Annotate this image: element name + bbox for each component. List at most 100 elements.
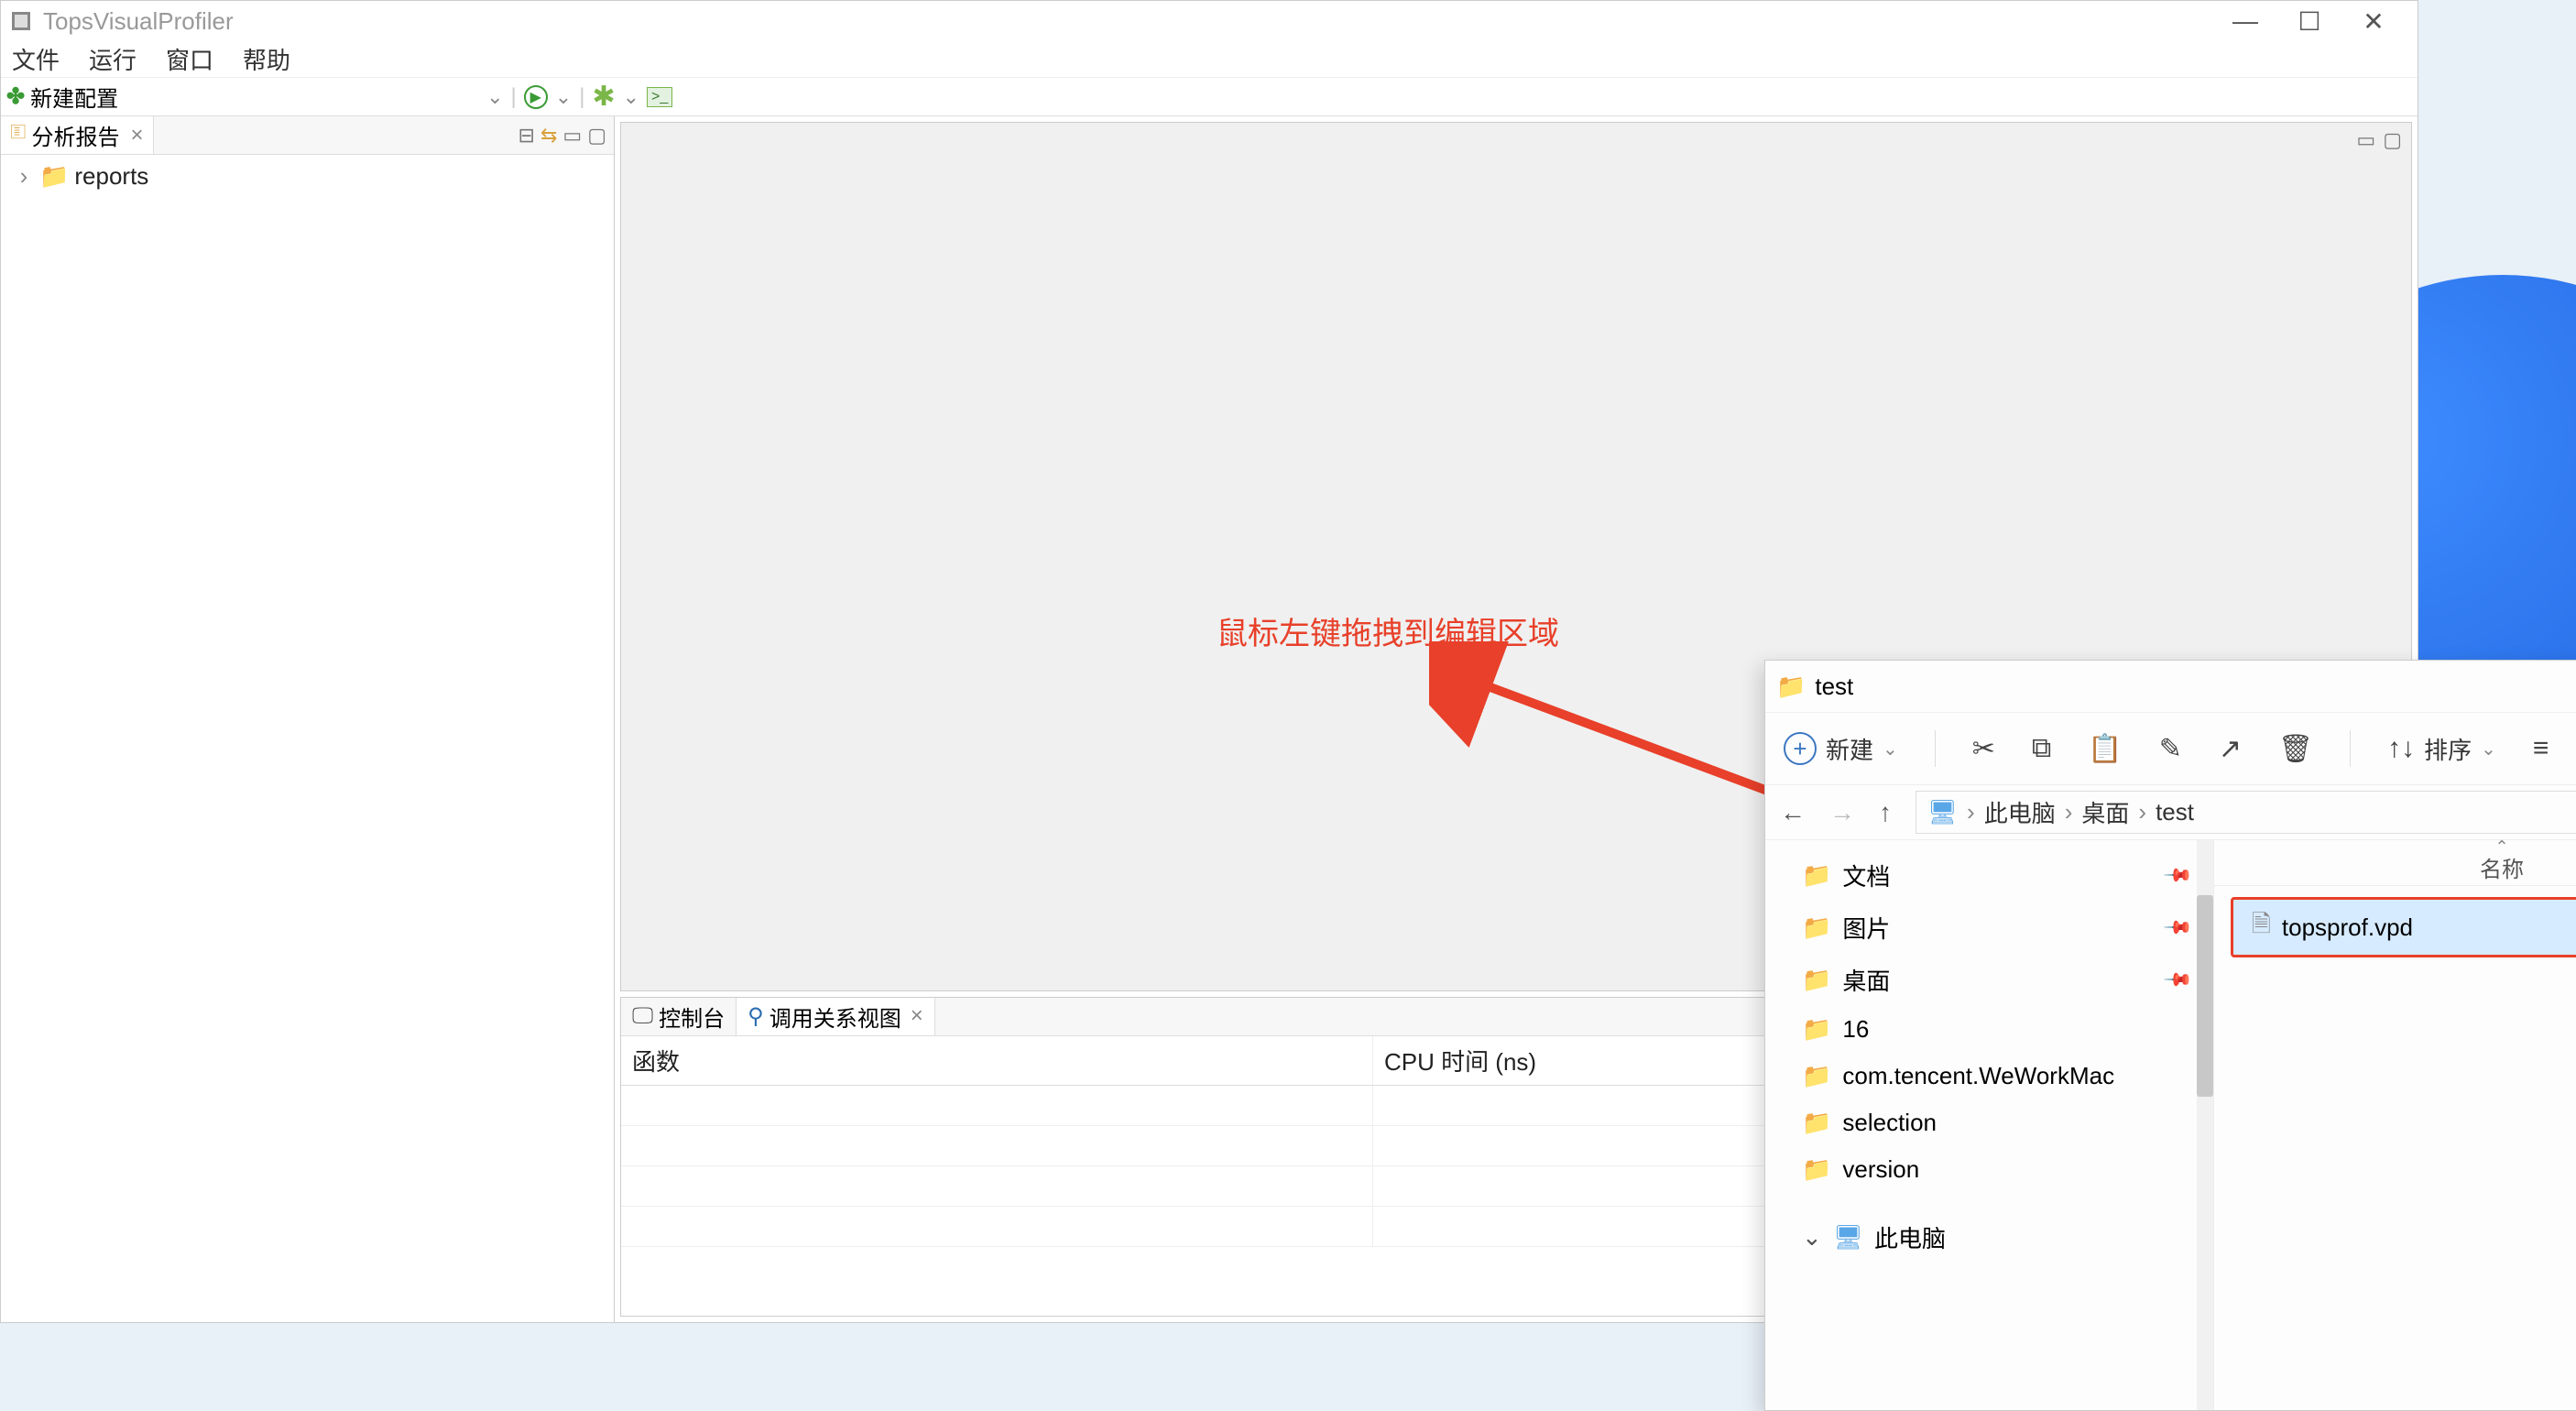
nav-item-version[interactable]: 📁version	[1765, 1146, 2213, 1193]
menu-help[interactable]: 帮助	[237, 40, 296, 78]
editor-min-icon[interactable]: ▭	[2356, 128, 2375, 152]
plus-icon: +	[1784, 732, 1817, 765]
folder-icon: 📁	[1802, 1015, 1831, 1044]
menubar: 文件 运行 窗口 帮助	[1, 41, 2418, 78]
bug-chevron-icon[interactable]: ⌄	[623, 85, 639, 109]
col-function[interactable]: 函数	[621, 1036, 1372, 1086]
explorer-window: 📁 test + 新建 ⌄ ✂ ⧉ 📋 ✎ ↗ 🗑 ↑↓ 排序 ⌄ ≡ ← → …	[1764, 660, 2576, 1411]
new-config-label: 新建配置	[30, 81, 118, 113]
pin-icon[interactable]: 📌	[2162, 859, 2194, 891]
scrollbar[interactable]	[2197, 840, 2213, 1410]
menu-file[interactable]: 文件	[6, 40, 65, 78]
breadcrumb[interactable]: 🖥 › 此电脑 › 桌面 › test	[1916, 791, 2576, 834]
scrollbar-thumb[interactable]	[2197, 895, 2213, 1097]
file-icon: 🗎	[2252, 907, 2271, 947]
pin-icon[interactable]: 📌	[2162, 964, 2194, 996]
close-button[interactable]: ✕	[2355, 6, 2392, 37]
annotation-text: 鼠标左键拖拽到编辑区域	[1217, 608, 1559, 653]
run-chevron-icon[interactable]: ⌄	[555, 85, 572, 109]
new-button[interactable]: + 新建 ⌄	[1784, 732, 1898, 766]
minimize-view-icon[interactable]: ▭	[562, 124, 582, 148]
nav-item-this-pc[interactable]: ⌄🖥此电脑	[1765, 1211, 2213, 1263]
file-name: topsprof.vpd	[2282, 913, 2413, 942]
share-icon[interactable]: ↗	[2219, 733, 2242, 765]
up-icon[interactable]: ↑	[1879, 798, 1892, 827]
nav-item-wework[interactable]: 📁com.tencent.WeWorkMac	[1765, 1053, 2213, 1099]
delete-icon[interactable]: 🗑	[2278, 733, 2313, 765]
nav-item-16[interactable]: 📁16	[1765, 1006, 2213, 1053]
tree-twisty-icon[interactable]: ⌄	[1802, 1223, 1822, 1252]
tab-callgraph[interactable]: ⚲ 调用关系视图 ×	[737, 998, 935, 1035]
maximize-button[interactable]: ☐	[2291, 6, 2328, 37]
rename-icon[interactable]: ✎	[2159, 733, 2182, 765]
terminal-icon[interactable]: >_	[647, 87, 672, 107]
folder-icon: 📁	[1802, 1109, 1831, 1137]
close-icon[interactable]: ×	[131, 123, 144, 148]
pc-icon: 🖥	[1833, 1223, 1863, 1252]
sort-label: 排序	[2424, 732, 2472, 766]
console-icon: 🖵	[632, 1003, 653, 1029]
collapse-icon[interactable]: ⊟	[518, 124, 535, 148]
forward-icon[interactable]: →	[1829, 798, 1855, 827]
sort-icon: ↑↓	[2387, 733, 2415, 764]
new-config-dropdown[interactable]: ✤ 新建配置	[6, 81, 124, 113]
link-icon[interactable]: ⇆	[540, 124, 557, 148]
tab-callgraph-label: 调用关系视图	[770, 1001, 901, 1033]
app-icon	[8, 8, 34, 34]
paste-icon[interactable]: 📋	[2088, 733, 2122, 765]
col-name: 名称	[2480, 858, 2524, 882]
crumb-this-pc[interactable]: 此电脑	[1984, 795, 2056, 829]
explorer-titlebar: 📁 test	[1765, 661, 2576, 712]
tab-console[interactable]: 🖵 控制台	[621, 998, 737, 1035]
explorer-nav-tree: 📁文档📌 📁图片📌 📁桌面📌 📁16 📁com.tencent.WeWorkMa…	[1765, 840, 2214, 1410]
pc-icon: 🖥	[1927, 798, 1958, 826]
folder-icon: 📁	[1802, 1062, 1831, 1090]
toolbar: ✤ 新建配置 ⌄ | ▶ ⌄ | ✱ ⌄ >_	[1, 78, 2418, 116]
back-icon[interactable]: ←	[1780, 798, 1806, 827]
folder-icon: 📁	[1802, 1155, 1831, 1184]
app-title: TopsVisualProfiler	[43, 7, 2227, 36]
chevron-down-icon: ⌄	[2481, 738, 2496, 760]
menu-run[interactable]: 运行	[83, 40, 142, 78]
report-icon: 🗉	[10, 116, 27, 154]
nav-item-desktop[interactable]: 📁桌面📌	[1765, 954, 2213, 1006]
sidebar-tabbar: 🗉 分析报告 × ⊟ ⇆ ▭ ▢	[1, 116, 614, 155]
tree-item-reports[interactable]: › 📁 reports	[10, 160, 605, 192]
sort-asc-icon: ⌃	[2242, 842, 2576, 851]
sidebar-tab-report[interactable]: 🗉 分析报告 ×	[1, 116, 154, 154]
run-icon[interactable]: ▶	[524, 85, 548, 109]
pin-icon[interactable]: 📌	[2162, 912, 2194, 944]
file-row-topsprof[interactable]: 🗎 topsprof.vpd	[2231, 897, 2576, 957]
copy-icon[interactable]: ⧉	[2032, 733, 2051, 764]
nav-item-documents[interactable]: 📁文档📌	[1765, 849, 2213, 902]
view-icon[interactable]: ≡	[2533, 733, 2549, 764]
nav-item-pictures[interactable]: 📁图片📌	[1765, 902, 2213, 954]
menu-window[interactable]: 窗口	[160, 40, 219, 78]
tree-item-label: reports	[74, 162, 148, 191]
nav-item-selection[interactable]: 📁selection	[1765, 1099, 2213, 1146]
crumb-test[interactable]: test	[2156, 798, 2194, 826]
chevron-down-icon[interactable]: ⌄	[486, 85, 503, 109]
bug-icon[interactable]: ✱	[592, 81, 615, 113]
tab-console-label: 控制台	[659, 1001, 725, 1033]
folder-icon: 📁	[39, 162, 69, 191]
sidebar-tab-label: 分析报告	[32, 119, 120, 151]
project-tree: › 📁 reports	[1, 155, 614, 198]
close-icon[interactable]: ×	[911, 1003, 923, 1029]
editor-max-icon[interactable]: ▢	[2383, 128, 2402, 152]
crumb-desktop[interactable]: 桌面	[2081, 795, 2129, 829]
explorer-nav: ← → ↑ 🖥 › 此电脑 › 桌面 › test	[1765, 785, 2576, 840]
tree-twisty-icon[interactable]: ›	[14, 162, 34, 191]
folder-icon: 📁	[1802, 966, 1831, 994]
view-menu-icon[interactable]: ▢	[587, 124, 606, 148]
minimize-button[interactable]: —	[2227, 6, 2264, 37]
folder-icon: 📁	[1802, 861, 1831, 890]
sort-button[interactable]: ↑↓ 排序 ⌄	[2387, 732, 2496, 766]
explorer-file-list: ⌃ 名称 🗎 topsprof.vpd	[2214, 840, 2576, 1410]
list-header[interactable]: ⌃ 名称	[2214, 840, 2576, 886]
sidebar: 🗉 分析报告 × ⊟ ⇆ ▭ ▢ › 📁 reports	[1, 116, 615, 1322]
explorer-title: test	[1815, 673, 1853, 701]
new-label: 新建	[1826, 732, 1873, 766]
cut-icon[interactable]: ✂	[1972, 733, 1995, 765]
folder-icon: 📁	[1776, 673, 1806, 701]
